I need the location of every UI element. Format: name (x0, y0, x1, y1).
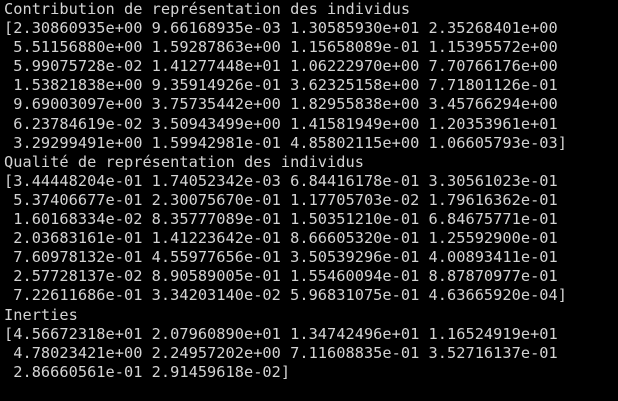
output-line: 1.60168334e-02 8.35777089e-01 1.50351210… (4, 210, 558, 229)
output-line: 5.37406677e-01 2.30075670e-01 1.17705703… (4, 190, 558, 209)
output-line: 3.29299491e+00 1.59942981e-01 4.85802115… (4, 133, 567, 152)
output-line: 2.03683161e-01 1.41223642e-01 8.66605320… (4, 229, 558, 248)
output-line: 5.99075728e-02 1.41277448e+01 1.06222970… (4, 57, 558, 76)
output-line: 5.51156880e+00 1.59287863e+00 1.15658089… (4, 38, 558, 57)
output-line: 7.60978132e-01 4.55977656e-01 3.50539296… (4, 248, 558, 267)
heading-contribution: Contribution de représentation des indiv… (4, 0, 411, 18)
heading-inerties: Inerties (4, 305, 78, 324)
output-line: 9.69003097e+00 3.75735442e+00 1.82955838… (4, 95, 558, 114)
output-line: [2.30860935e+00 9.66168935e-03 1.3058593… (4, 19, 558, 38)
output-line: 7.22611686e-01 3.34203140e-02 5.96831075… (4, 286, 567, 305)
output-line: 2.57728137e-02 8.90589005e-01 1.55460094… (4, 267, 558, 286)
terminal-output: Contribution de représentation des indiv… (0, 0, 618, 401)
output-line: 4.78023421e+00 2.24957202e+00 7.11608835… (4, 343, 558, 362)
output-line: 6.23784619e-02 3.50943499e+00 1.41581949… (4, 114, 558, 133)
output-line: [4.56672318e+01 2.07960890e+01 1.3474249… (4, 324, 558, 343)
output-line: 2.86660561e-01 2.91459618e-02] (4, 362, 291, 381)
output-line: 1.53821838e+00 9.35914926e-01 3.62325158… (4, 76, 558, 95)
output-line: [3.44448204e-01 1.74052342e-03 6.8441617… (4, 171, 558, 190)
heading-qualite: Qualité de représentation des individus (4, 152, 364, 171)
